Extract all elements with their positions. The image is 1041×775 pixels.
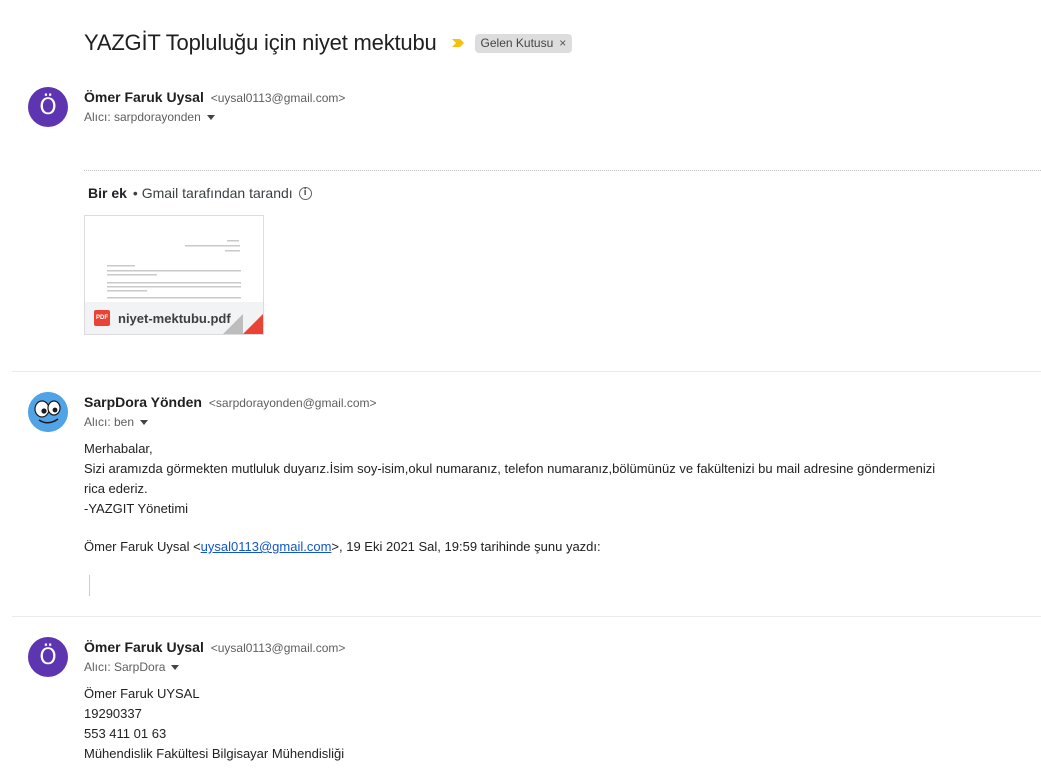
sender-name[interactable]: Ömer Faruk Uysal (84, 89, 204, 105)
info-icon[interactable]: i (298, 186, 312, 200)
remove-label-icon[interactable]: × (559, 36, 566, 50)
sender-avatar-cartoon-icon[interactable] (28, 392, 68, 432)
label-chip-inbox[interactable]: Gelen Kutusu × (474, 33, 573, 53)
body-line: Merhabalar, (84, 441, 153, 456)
label-chip-text: Gelen Kutusu (480, 35, 554, 50)
pdf-file-icon: PDF (94, 310, 110, 326)
sender-name[interactable]: SarpDora Yönden (84, 394, 202, 410)
quote-intro-suffix: >, 19 Eki 2021 Sal, 19:59 tarihinde şunu… (331, 539, 601, 554)
cartoon-face-icon (28, 392, 68, 432)
sender-avatar[interactable]: Ö (28, 87, 68, 127)
recipient-label: Alıcı: ben (84, 415, 135, 429)
message-sender: Ömer Faruk Uysal <uysal0113@gmail.com> (84, 639, 345, 655)
recipient-details[interactable]: Alıcı: sarpdorayonden (84, 110, 215, 124)
quote-intro: Ömer Faruk Uysal <uysal0113@gmail.com>, … (84, 537, 601, 557)
attachment-header: Bir ek • Gmail tarafından tarandı i (88, 185, 312, 201)
subject-row: YAZGİT Topluluğu için niyet mektubu Gele… (84, 30, 573, 56)
recipient-label: Alıcı: sarpdorayonden (84, 110, 201, 124)
message-body: Ömer Faruk UYSAL 19290337 553 411 01 63 … (84, 684, 344, 764)
body-line: 553 411 01 63 (84, 726, 167, 741)
quote-intro-prefix: Ömer Faruk Uysal < (84, 539, 201, 554)
attachment-divider (84, 170, 1041, 171)
message-divider (12, 616, 1041, 617)
message-sender: Ömer Faruk Uysal <uysal0113@gmail.com> (84, 89, 345, 105)
page-fold-shadow (223, 314, 243, 334)
quote-bar (89, 575, 90, 596)
attachment-card[interactable]: PDF niyet-mektubu.pdf (84, 215, 264, 335)
body-line: rica ederiz. (84, 481, 148, 496)
quoted-email-link[interactable]: uysal0113@gmail.com (201, 539, 332, 554)
scan-status: • Gmail tarafından tarandı (132, 185, 293, 201)
sender-email: <uysal0113@gmail.com> (210, 91, 346, 105)
sender-email: <sarpdorayonden@gmail.com> (208, 396, 377, 410)
recipient-details[interactable]: Alıcı: SarpDora (84, 660, 180, 674)
body-line: Mühendislik Fakültesi Bilgisayar Mühendi… (84, 746, 345, 761)
message-divider (12, 371, 1041, 372)
recipient-details[interactable]: Alıcı: ben (84, 415, 149, 429)
message-sender: SarpDora Yönden <sarpdorayonden@gmail.co… (84, 394, 377, 410)
body-line: Sizi aramızda görmekten mutluluk duyarız… (84, 461, 936, 476)
chevron-down-icon[interactable] (171, 664, 180, 670)
page-fold-corner (243, 314, 263, 334)
message-body: Merhabalar, Sizi aramızda görmekten mutl… (84, 439, 935, 519)
recipient-label: Alıcı: SarpDora (84, 660, 166, 674)
sender-avatar[interactable]: Ö (28, 637, 68, 677)
sender-name[interactable]: Ömer Faruk Uysal (84, 639, 204, 655)
pdf-preview-thumbnail (85, 216, 263, 302)
sender-email: <uysal0113@gmail.com> (210, 641, 346, 655)
attachment-filename[interactable]: niyet-mektubu.pdf (118, 311, 231, 326)
importance-marker-icon[interactable] (451, 36, 465, 50)
body-line: Ömer Faruk UYSAL (84, 686, 200, 701)
chevron-down-icon[interactable] (206, 114, 215, 120)
attachment-count: Bir ek (88, 185, 127, 201)
body-line: 19290337 (84, 706, 142, 721)
chevron-down-icon[interactable] (140, 419, 149, 425)
body-line: -YAZGIT Yönetimi (84, 501, 189, 516)
thread-subject: YAZGİT Topluluğu için niyet mektubu (84, 30, 437, 55)
